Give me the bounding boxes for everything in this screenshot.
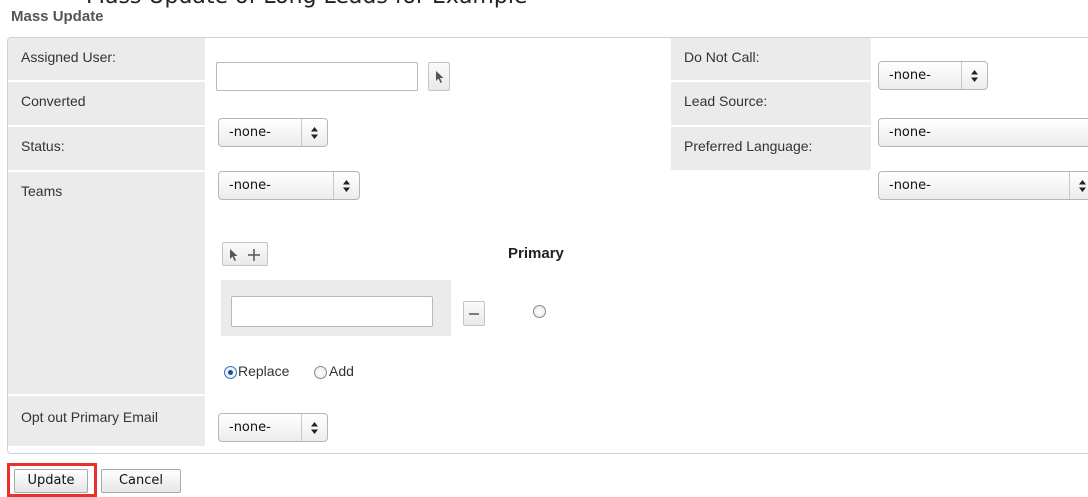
lead-source-select[interactable]: -none- — [878, 118, 1088, 147]
primary-header: Primary — [508, 245, 564, 262]
primary-team-radio[interactable] — [533, 305, 546, 318]
assigned-user-label-cell: Assigned User: — [8, 38, 205, 82]
update-button[interactable]: Update — [14, 469, 88, 493]
status-select[interactable]: -none- — [218, 171, 360, 200]
status-label: Status: — [21, 138, 65, 154]
do-not-call-label-cell: Do Not Call: — [671, 38, 871, 82]
preferred-language-select[interactable]: -none- — [878, 171, 1088, 200]
do-not-call-selected: -none- — [889, 68, 931, 83]
cursor-arrow-icon[interactable] — [229, 248, 239, 262]
teams-label: Teams — [21, 183, 63, 199]
team-tools — [222, 242, 268, 266]
assigned-user-input[interactable] — [216, 62, 418, 91]
updown-arrow-icon — [311, 422, 318, 434]
plus-icon[interactable] — [247, 248, 261, 262]
cut-header-text: Mass Update of Long Leads for Example — [86, 0, 527, 9]
status-selected: -none- — [229, 178, 271, 193]
select-user-button[interactable] — [428, 62, 450, 91]
converted-select[interactable]: -none- — [218, 118, 328, 147]
team-name-input[interactable] — [231, 296, 433, 327]
remove-team-button[interactable] — [463, 301, 485, 326]
opt-out-selected: -none- — [229, 420, 271, 435]
opt-out-primary-email-label: Opt out Primary Email — [21, 409, 158, 425]
replace-radio[interactable] — [224, 366, 237, 379]
add-radio[interactable] — [314, 366, 327, 379]
preferred-language-selected: -none- — [889, 178, 931, 193]
opt-out-label-cell: Opt out Primary Email — [8, 396, 205, 448]
page-title: Mass Update — [11, 8, 104, 25]
updown-arrow-icon — [343, 180, 350, 192]
cursor-arrow-icon — [436, 71, 444, 83]
cancel-button[interactable]: Cancel — [101, 469, 181, 493]
preferred-language-label: Preferred Language: — [684, 138, 813, 154]
lead-source-selected: -none- — [889, 125, 931, 140]
opt-out-primary-email-select[interactable]: -none- — [218, 413, 328, 442]
updown-arrow-icon — [1079, 180, 1086, 192]
converted-label-cell: Converted — [8, 82, 205, 127]
updown-arrow-icon — [311, 127, 318, 139]
mass-update-panel: Assigned User: Converted Status: Teams O… — [7, 37, 1088, 454]
updown-arrow-icon — [971, 70, 978, 82]
lead-source-label: Lead Source: — [684, 93, 768, 109]
lead-source-label-cell: Lead Source: — [671, 82, 871, 127]
add-label: Add — [329, 363, 354, 379]
minus-icon — [469, 313, 479, 315]
teams-label-cell: Teams — [8, 172, 205, 396]
status-label-cell: Status: — [8, 127, 205, 172]
converted-label: Converted — [21, 93, 86, 109]
converted-selected: -none- — [229, 125, 271, 140]
assigned-user-label: Assigned User: — [21, 49, 116, 65]
preferred-language-label-cell: Preferred Language: — [671, 127, 871, 172]
do-not-call-select[interactable]: -none- — [878, 61, 988, 90]
replace-label: Replace — [238, 363, 290, 379]
do-not-call-label: Do Not Call: — [684, 49, 760, 65]
